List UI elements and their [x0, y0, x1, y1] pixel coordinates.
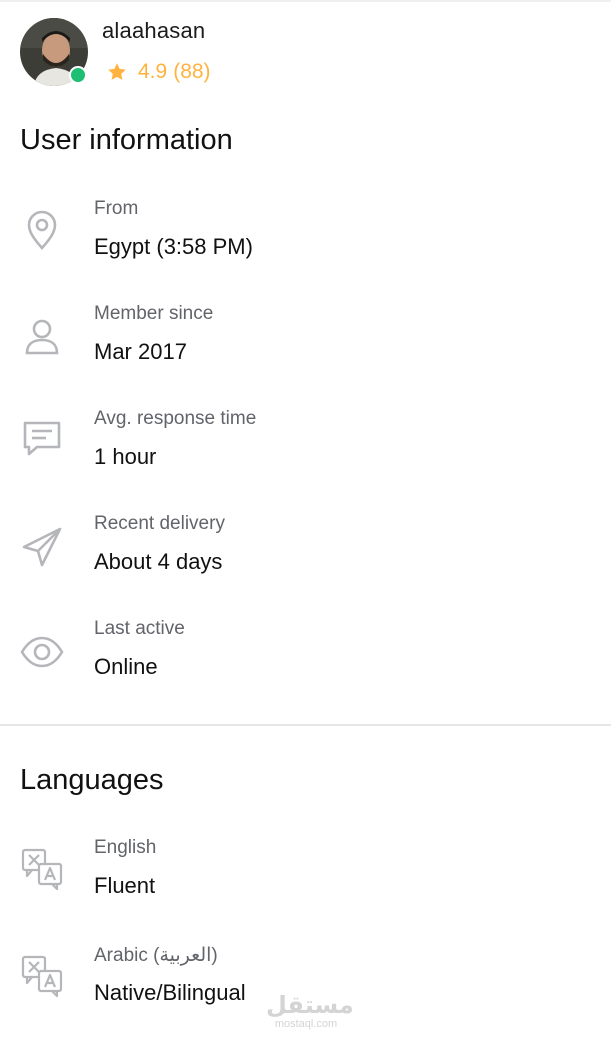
info-row-member-since: Member since Mar 2017: [0, 303, 611, 393]
member-since-label: Member since: [94, 303, 214, 324]
response-time-label: Avg. response time: [94, 408, 257, 429]
chat-bubble-icon: [20, 416, 64, 460]
rating-score: 4.9: [138, 60, 168, 83]
top-divider: [0, 0, 611, 2]
paper-plane-icon: [20, 525, 64, 569]
info-row-recent-delivery: Recent delivery About 4 days: [0, 513, 611, 603]
star-icon: [106, 61, 128, 83]
user-information-title: User information: [20, 124, 233, 156]
location-pin-icon: [20, 208, 64, 252]
info-row-from: From Egypt (3:58 PM): [0, 198, 611, 288]
english-level: Fluent: [94, 873, 156, 898]
watermark: مستقل mostaql.com: [266, 991, 354, 1032]
eye-icon: [20, 630, 64, 674]
rating-count: (88): [173, 60, 211, 83]
languages-title: Languages: [20, 764, 164, 796]
watermark-url: mostaql.com: [274, 1018, 338, 1030]
response-time-value: 1 hour: [94, 444, 157, 469]
online-status-indicator: [69, 66, 87, 84]
recent-delivery-label: Recent delivery: [94, 513, 225, 534]
seller-profile-header: alaahasan 4.9 (88): [20, 18, 580, 90]
rating[interactable]: 4.9 (88): [106, 58, 211, 86]
user-icon: [20, 315, 64, 359]
last-active-label: Last active: [94, 618, 185, 639]
translate-icon: [20, 847, 64, 891]
arabic-label: Arabic (العربية): [94, 945, 218, 966]
from-label: From: [94, 198, 139, 219]
english-label: English: [94, 837, 157, 858]
from-value: Egypt (3:58 PM): [94, 234, 253, 259]
translate-icon: [20, 954, 64, 998]
language-row-english: English Fluent: [0, 837, 611, 927]
username[interactable]: alaahasan: [102, 18, 205, 44]
info-row-response-time: Avg. response time 1 hour: [0, 408, 611, 498]
section-divider: [0, 724, 611, 726]
last-active-value: Online: [94, 654, 158, 679]
info-row-last-active: Last active Online: [0, 618, 611, 708]
watermark-logo-text: مستقل: [266, 991, 354, 1019]
arabic-level: Native/Bilingual: [94, 980, 246, 1005]
member-since-value: Mar 2017: [94, 339, 187, 364]
recent-delivery-value: About 4 days: [94, 549, 223, 574]
